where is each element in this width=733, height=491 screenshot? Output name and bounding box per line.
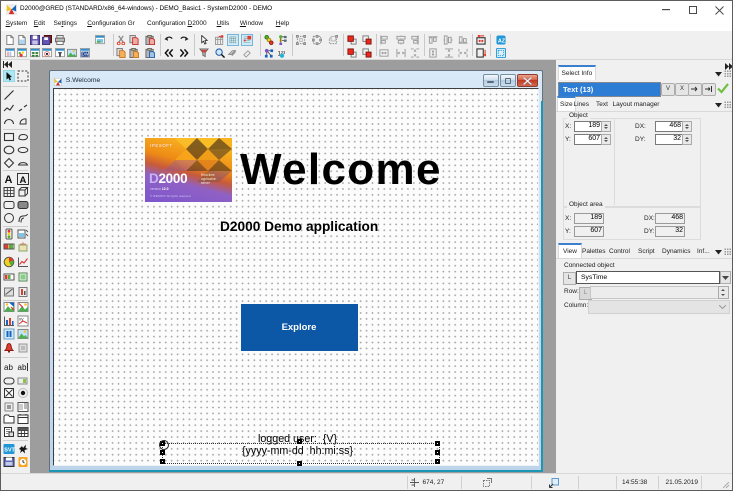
svg-text:SVT: SVT — [4, 448, 15, 454]
svg-text:server: server — [201, 181, 211, 185]
svg-text:ab: ab — [18, 363, 27, 372]
svg-text:© IPESOFT All rights reserved: © IPESOFT All rights reserved — [150, 194, 191, 198]
svg-text:D2000: D2000 — [149, 171, 187, 186]
svg-text:version 12.0: version 12.0 — [150, 187, 169, 191]
svg-text:A: A — [20, 175, 27, 185]
svg-text:DW: DW — [81, 51, 88, 56]
svg-text:ab: ab — [4, 363, 13, 372]
svg-text:AZ: AZ — [497, 38, 505, 44]
svg-text:IPESOFT: IPESOFT — [150, 143, 173, 148]
svg-text:A: A — [5, 174, 13, 185]
